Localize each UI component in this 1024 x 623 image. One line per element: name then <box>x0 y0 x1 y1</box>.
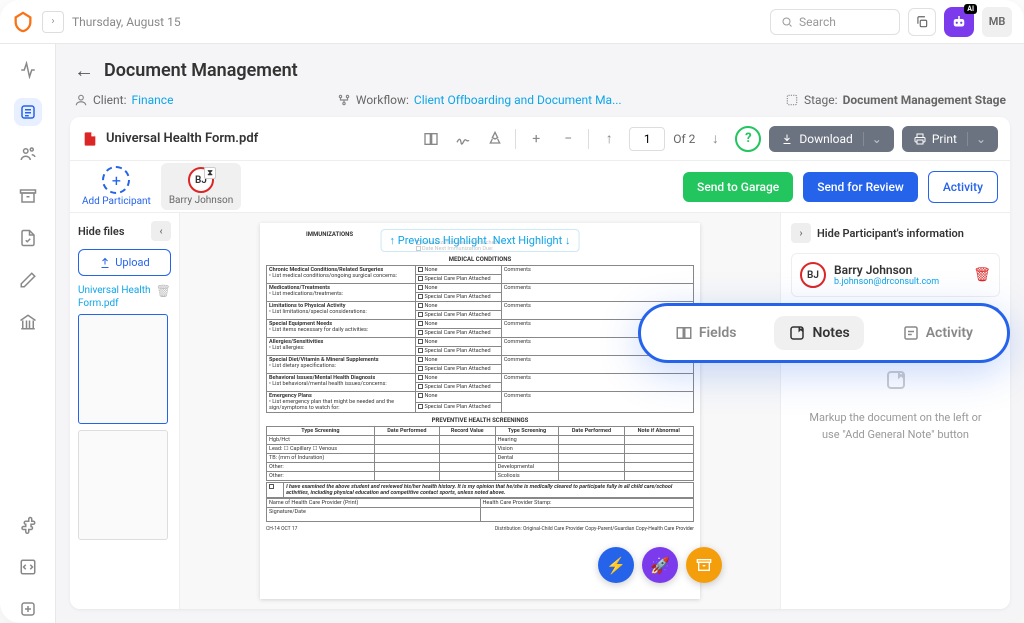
action-row: + Add Participant BJ⧗ Barry Johnson Send… <box>70 161 1010 213</box>
collapse-files-button[interactable]: ‹ <box>151 221 171 241</box>
participant-email: b.johnson@drconsult.com <box>834 277 939 287</box>
doc-toolbar: Universal Health Form.pdf + − ↑ Of 2 ↓ ? <box>70 117 1010 161</box>
left-nav <box>0 44 56 623</box>
app-logo[interactable] <box>12 11 34 33</box>
participant-info: BJ Barry Johnson b.johnson@drconsult.com… <box>791 253 1000 297</box>
meta-bar: Client: Finance Workflow: Client Offboar… <box>56 93 1024 117</box>
document-viewer[interactable]: ↑ Previous Highlight Next Highlight ↓ IM… <box>180 213 780 609</box>
nav-bank-icon[interactable] <box>14 308 42 336</box>
participant-chip[interactable]: BJ⧗ Barry Johnson <box>161 163 241 210</box>
search-placeholder: Search <box>799 15 836 29</box>
nav-file-icon[interactable] <box>14 224 42 252</box>
file-panel: Hide files ‹ Upload Universal Health For… <box>70 213 180 609</box>
fab-archive-icon[interactable] <box>686 547 722 583</box>
participant-avatar: BJ <box>800 262 826 288</box>
hide-participant-label: Hide Participant's information <box>817 227 964 240</box>
send-review-button[interactable]: Send for Review <box>803 172 918 202</box>
highlight-nav: ↑ Previous Highlight Next Highlight ↓ <box>381 229 580 252</box>
user-avatar[interactable]: MB <box>982 7 1012 37</box>
workflow-group[interactable]: Workflow: Client Offboarding and Documen… <box>337 93 622 107</box>
page-thumb-1[interactable] <box>78 314 168 424</box>
document-name: Universal Health Form.pdf <box>106 131 258 146</box>
print-button[interactable]: Print⌄ <box>902 126 998 152</box>
page-number-input[interactable] <box>629 127 665 151</box>
prev-highlight-link[interactable]: ↑ Previous Highlight <box>390 234 487 247</box>
topbar: › Thursday, August 15 Search AI MB <box>0 0 1024 44</box>
nav-plugin-icon[interactable] <box>14 595 42 623</box>
ai-badge: AI <box>964 4 977 14</box>
nav-people-icon[interactable] <box>14 140 42 168</box>
ai-assistant-button[interactable]: AI <box>944 7 974 37</box>
layout-icon[interactable] <box>419 127 443 151</box>
page-up-icon[interactable]: ↑ <box>597 127 621 151</box>
nav-activity-icon[interactable] <box>14 56 42 84</box>
delete-file-icon[interactable]: 🗑 <box>156 284 171 300</box>
page-header: ← Document Management <box>56 44 1024 93</box>
stage-group[interactable]: Stage: Document Management Stage <box>785 93 1006 107</box>
highlight-icon[interactable] <box>483 127 507 151</box>
zoom-out-icon[interactable]: − <box>556 127 580 151</box>
page-down-icon[interactable]: ↓ <box>703 127 727 151</box>
page-title: Document Management <box>104 60 298 81</box>
search-input[interactable]: Search <box>770 9 900 35</box>
nav-archive-icon[interactable] <box>14 182 42 210</box>
tab-activity[interactable]: Activity <box>888 316 987 350</box>
hide-files-label: Hide files <box>78 225 125 238</box>
signature-icon[interactable] <box>451 127 475 151</box>
client-group[interactable]: Client: Finance <box>74 93 173 107</box>
nav-edit-icon[interactable] <box>14 266 42 294</box>
download-button[interactable]: Download⌄ <box>769 126 893 152</box>
nav-extension-icon[interactable] <box>14 511 42 539</box>
pdf-icon <box>82 131 98 147</box>
nav-documents-icon[interactable] <box>14 98 42 126</box>
tab-notes[interactable]: Notes <box>774 316 863 350</box>
collapse-right-button[interactable]: › <box>791 223 811 243</box>
note-empty-icon <box>801 366 990 402</box>
page-of-label: Of 2 <box>673 132 695 146</box>
nav-forward-button[interactable]: › <box>42 11 64 33</box>
help-button[interactable]: ? <box>735 126 761 152</box>
zoom-in-icon[interactable]: + <box>524 127 548 151</box>
activity-button[interactable]: Activity <box>928 171 998 203</box>
participant-name: Barry Johnson <box>834 263 939 277</box>
upload-button[interactable]: Upload <box>78 249 171 276</box>
current-date: Thursday, August 15 <box>72 15 181 29</box>
right-panel: › Hide Participant's information BJ Barr… <box>780 213 1010 609</box>
page-thumb-2[interactable] <box>78 430 168 540</box>
send-garage-button[interactable]: Send to Garage <box>683 172 793 202</box>
tab-fields[interactable]: Fields <box>661 316 751 350</box>
nav-code-icon[interactable] <box>14 553 42 581</box>
fab-lightning-icon[interactable]: ⚡ <box>598 547 634 583</box>
fab-rocket-icon[interactable]: 🚀 <box>642 547 678 583</box>
remove-participant-icon[interactable]: 🗑 <box>973 267 991 283</box>
add-participant-button[interactable]: + Add Participant <box>82 166 151 207</box>
next-highlight-link[interactable]: Next Highlight ↓ <box>493 234 571 247</box>
back-arrow-icon[interactable]: ← <box>74 58 94 83</box>
copy-icon[interactable] <box>908 8 936 36</box>
panel-tabs-pill: Fields Notes Activity <box>638 303 1010 363</box>
file-link[interactable]: Universal Health Form.pdf 🗑 <box>78 284 171 310</box>
